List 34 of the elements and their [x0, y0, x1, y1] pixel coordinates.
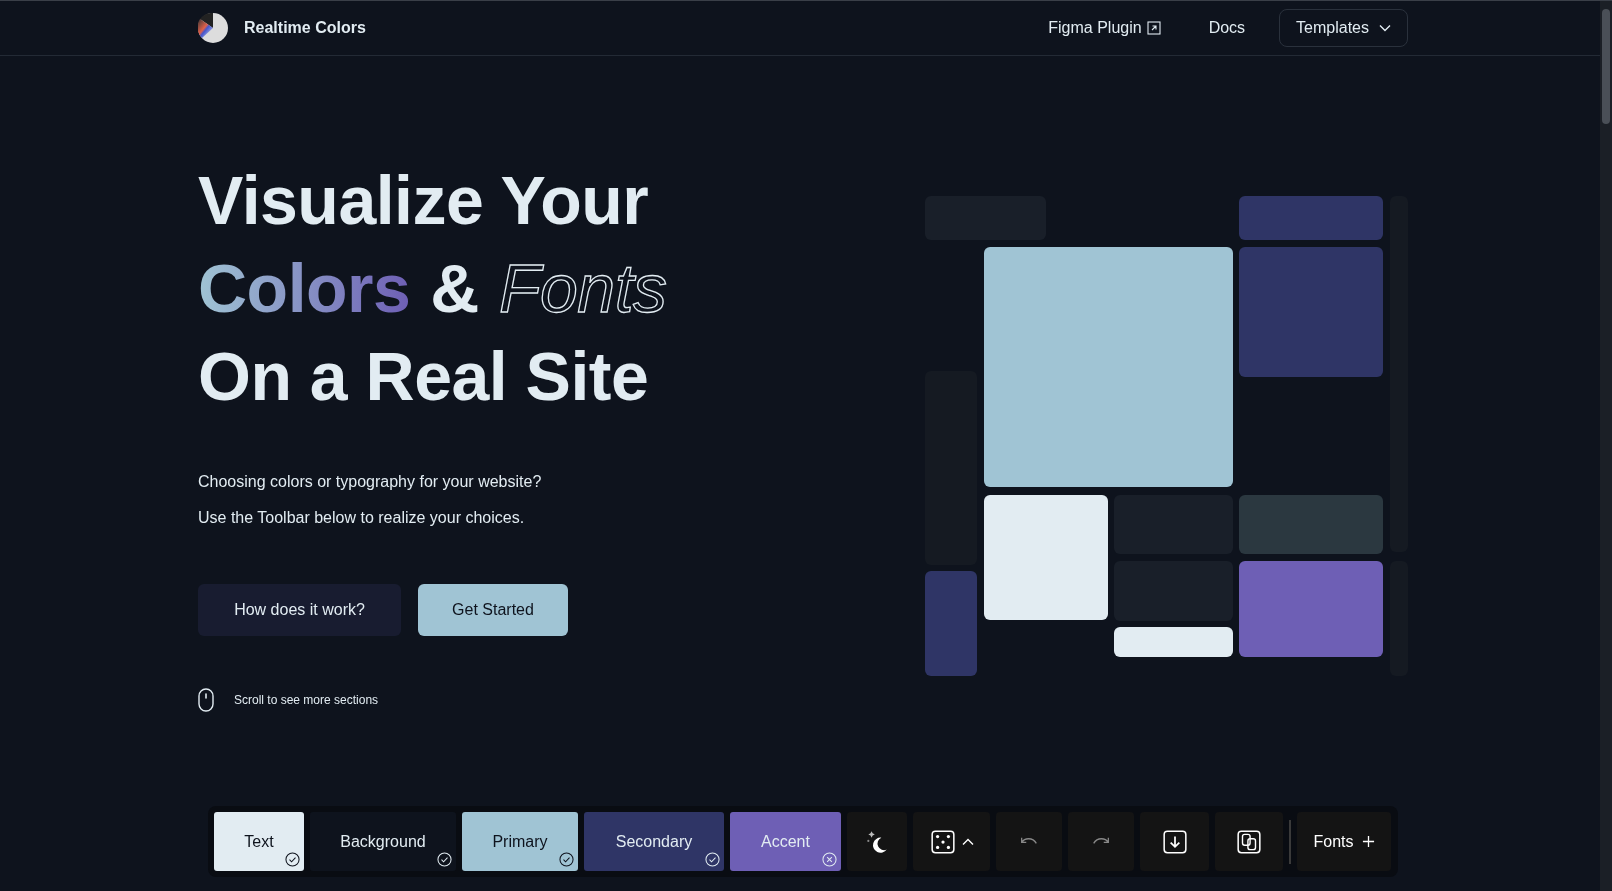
nav-link[interactable]: Figma Plugin: [1048, 19, 1161, 37]
how-it-works-button[interactable]: How does it work?: [198, 584, 401, 636]
color-swatch-button[interactable]: Accent: [730, 812, 841, 871]
download-button[interactable]: [1140, 812, 1209, 871]
intro-text: Choosing colors or typography for your website?: [198, 472, 543, 491]
color-swatch-button[interactable]: Primary: [462, 812, 578, 871]
color-swatch-button[interactable]: Secondary: [584, 812, 724, 871]
chevron-up-icon: [961, 837, 974, 846]
color-swatch-button[interactable]: Text: [214, 812, 304, 871]
scroll-hint: Scroll to see more sections: [234, 693, 379, 707]
nav-link[interactable]: Docs: [1208, 19, 1246, 37]
get-started-button[interactable]: Get Started: [418, 584, 568, 636]
download-icon: [1161, 828, 1188, 855]
headline-text: &: [430, 249, 479, 328]
chevron-down-icon: [1379, 24, 1391, 32]
intro-text: Use the Toolbar below to realize your choices.: [198, 508, 526, 527]
dark-mode-button[interactable]: [847, 812, 907, 871]
scrollbar[interactable]: [1600, 1, 1612, 891]
headline-text: On a Real Site: [198, 337, 649, 416]
dice-icon: [929, 828, 956, 855]
expand-button[interactable]: [961, 837, 974, 846]
templates-dropdown[interactable]: Templates: [1279, 9, 1408, 47]
logo-icon: [198, 13, 228, 43]
external-link-icon: [1146, 21, 1161, 35]
mouse-icon: [198, 688, 214, 712]
headline-text: Visualize Your: [198, 161, 649, 240]
headline-text: Fonts: [498, 249, 667, 328]
randomize-button[interactable]: [929, 828, 956, 855]
brand-name: Realtime Colors: [244, 19, 366, 37]
copy-button[interactable]: [1215, 812, 1283, 871]
color-swatch-button[interactable]: Background: [310, 812, 456, 871]
plus-icon: [1361, 835, 1375, 848]
copy-icon: [1236, 828, 1262, 855]
fonts-button[interactable]: Fonts: [1297, 812, 1391, 871]
